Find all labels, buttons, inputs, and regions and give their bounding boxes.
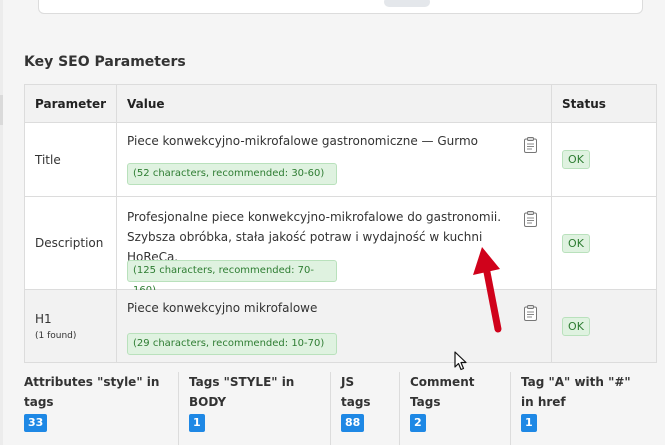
param-label: H1 <box>35 311 52 326</box>
red-arrow-annotation <box>473 247 502 333</box>
stat-comment-tags: Comment Tags 2 <box>399 372 479 445</box>
count-badge: 2 <box>410 414 426 432</box>
value-text: Piece konwekcyjno mikrofalowe <box>127 301 318 315</box>
param-label: Title <box>35 152 61 167</box>
seo-parameters-table: Parameter Value Status Title Piece konwe… <box>23 84 657 363</box>
previous-card <box>38 0 643 14</box>
count-badge: 1 <box>521 414 537 432</box>
status-badge: OK <box>562 233 590 253</box>
stat-js-tags: JS tags 88 <box>330 372 378 445</box>
status-badge: OK <box>562 316 590 336</box>
h1-found-count: (1 found) <box>35 330 77 341</box>
page-stats: Attributes "style" in tags 33 Tags "STYL… <box>24 372 657 445</box>
stat-style-attributes: Attributes "style" in tags 33 <box>24 372 172 432</box>
value-cell: Piece konwekcyjno-mikrofalowe gastronomi… <box>116 122 553 197</box>
status-cell: OK <box>551 289 657 363</box>
stat-label: Tag "A" with "#" in href <box>521 375 631 409</box>
status-cell: OK <box>551 196 657 290</box>
stat-label: Attributes "style" in tags <box>24 375 160 409</box>
status-badge: OK <box>562 150 590 169</box>
header-parameter: Parameter <box>23 84 118 123</box>
stat-style-tags-body: Tags "STYLE" in BODY 1 <box>178 372 303 445</box>
clipboard-icon[interactable] <box>524 137 538 153</box>
clipboard-icon[interactable] <box>524 211 538 227</box>
stat-a-tags-hash: Tag "A" with "#" in href 1 <box>510 372 635 445</box>
clipboard-icon[interactable] <box>524 305 538 321</box>
param-label: Description <box>35 236 104 250</box>
value-text: Piece konwekcyjno-mikrofalowe gastronomi… <box>127 134 478 148</box>
header-value: Value <box>116 84 553 123</box>
section-title: Key SEO Parameters <box>24 54 186 70</box>
char-count-badge: (29 characters, recommended: 10-70) <box>127 333 338 355</box>
header-status: Status <box>551 84 657 123</box>
scroll-thumb[interactable] <box>384 0 430 7</box>
table-row-title: Title Piece konwekcyjno-mikrofalowe gast… <box>23 122 657 197</box>
param-cell: Description <box>23 196 118 290</box>
count-badge: 1 <box>189 414 205 432</box>
table-header-row: Parameter Value Status <box>23 84 657 123</box>
stat-label: Tags "STYLE" in BODY <box>189 375 295 409</box>
stat-label: Comment Tags <box>410 375 475 409</box>
char-count-badge: (52 characters, recommended: 30-60) <box>127 163 338 185</box>
table-row-h1: H1 (1 found) Piece konwekcyjno mikrofalo… <box>23 289 657 363</box>
count-badge: 33 <box>24 414 48 432</box>
left-panel-edge <box>0 0 3 445</box>
param-cell: Title <box>23 122 118 197</box>
table-row-description: Description Profesjonalne piece konwekcy… <box>23 196 657 296</box>
count-badge: 88 <box>341 414 365 432</box>
mouse-cursor-icon <box>454 351 467 371</box>
param-cell: H1 (1 found) <box>23 289 118 363</box>
stat-label: JS tags <box>341 375 371 409</box>
status-cell: OK <box>551 122 657 197</box>
char-count-badge: (125 characters, recommended: 70-160) <box>127 260 338 296</box>
value-text: Profesjonalne piece konwekcyjno-mikrofal… <box>127 210 502 264</box>
